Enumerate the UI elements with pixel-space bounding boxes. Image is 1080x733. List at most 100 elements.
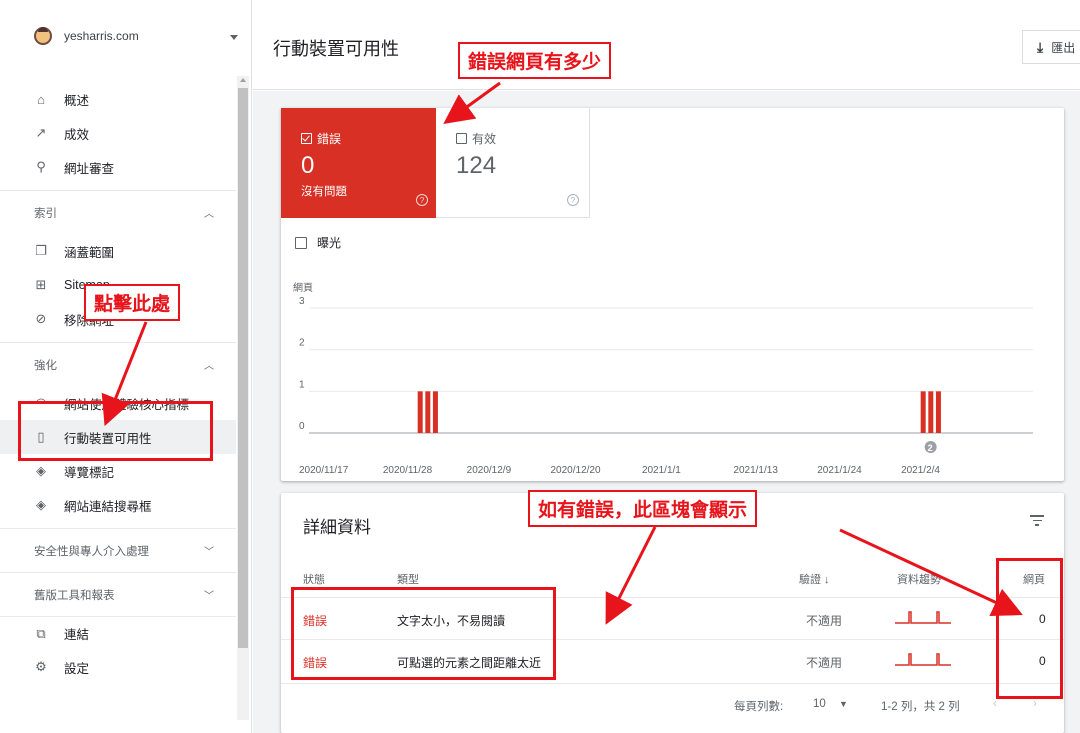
sidebar-item-performance[interactable]: ↗ 成效: [0, 116, 236, 150]
trend-sparkline: [895, 611, 951, 624]
checkbox-icon[interactable]: [295, 236, 307, 249]
sidebar-scrollbar[interactable]: [237, 76, 249, 720]
sidebar-item-links[interactable]: ⧉ 連結: [0, 616, 236, 650]
account-name: yesharris.com: [64, 29, 139, 43]
x-tick-label: 2021/1/24: [817, 465, 862, 476]
error-label: 錯誤: [317, 132, 342, 146]
summary-card: 錯誤 0 沒有問題 ? 有效 124 ? 曝光 網頁 0 1 2 3 2020/11/17…: [281, 108, 1064, 481]
x-tick-label: 2021/1/1: [642, 465, 681, 476]
scroll-up-icon[interactable]: [240, 78, 246, 82]
valid-count: 124: [456, 152, 497, 179]
help-icon[interactable]: ?: [416, 194, 428, 206]
impressions-toggle[interactable]: 曝光: [295, 234, 341, 251]
x-tick-label: 2020/11/28: [383, 465, 433, 476]
annotation-details: 如有錯誤，此區塊會顯示: [528, 490, 758, 527]
next-page-icon[interactable]: ›: [1033, 698, 1037, 710]
x-tick-label: 2020/12/9: [467, 465, 512, 476]
export-button[interactable]: ⤓ 匯出: [1022, 30, 1080, 64]
sidebar-item-label: 涵蓋範圍: [64, 245, 115, 260]
row-validation: 不適用: [806, 656, 843, 670]
checkbox-icon[interactable]: [456, 133, 467, 144]
error-sub: 沒有問題: [301, 186, 347, 198]
chevron-down-icon: ▼: [839, 699, 848, 709]
annotation-label: 2: [928, 443, 933, 453]
sidebar-item-url-inspection[interactable]: ⚲ 網址審查: [0, 150, 236, 184]
scrollbar-thumb[interactable]: [238, 88, 248, 648]
y-tick-label: 0: [299, 421, 305, 432]
copy-icon: ❐: [35, 243, 47, 258]
sitemap-icon: ⊞: [35, 277, 47, 292]
sidebar-item-label: 設定: [64, 661, 90, 676]
help-icon[interactable]: ?: [567, 194, 579, 206]
home-icon: ⌂: [37, 91, 45, 107]
avatar: [34, 27, 52, 45]
impressions-label: 曝光: [317, 236, 342, 250]
chevron-up-icon: ︿: [204, 209, 214, 220]
y-axis-label: 網頁: [293, 281, 313, 294]
trending-icon: ↗: [35, 125, 47, 140]
section-title: 舊版工具和報表: [34, 589, 115, 602]
annotation-click-here: 點擊此處: [84, 284, 181, 321]
chart-bar: [928, 391, 934, 433]
valid-tile[interactable]: 有效 124 ?: [436, 108, 590, 218]
layers-icon: ◈: [36, 463, 46, 478]
header: 行動裝置可用性 ⤓ 匯出: [253, 0, 1080, 90]
error-count: 0: [301, 152, 315, 179]
export-label: 匯出: [1051, 40, 1076, 55]
layers-icon: ◈: [36, 497, 46, 512]
sidebar-item-sitelinks-searchbox[interactable]: ◈ 網站連結搜尋框: [0, 488, 236, 522]
section-enhancements[interactable]: 強化 ︿: [0, 342, 236, 386]
valid-label: 有效: [472, 132, 497, 146]
x-tick-label: 2020/12/20: [550, 465, 600, 476]
x-tick-label: 2021/2/4: [901, 465, 940, 476]
download-icon: ⤓: [1037, 38, 1044, 55]
x-tick-label: 2021/1/13: [733, 465, 778, 476]
account-selector[interactable]: yesharris.com: [0, 0, 252, 72]
x-tick-label: 2020/11/17: [299, 465, 349, 476]
pages-chart: 網頁 0 1 2 3 2020/11/17 2020/11/28 2020/12/9 2020/…: [293, 281, 1033, 476]
section-title: 強化: [34, 359, 57, 372]
y-tick-label: 1: [299, 379, 305, 390]
error-tile[interactable]: 錯誤 0 沒有問題 ?: [281, 108, 436, 218]
sidebar-item-overview[interactable]: ⌂ 概述: [0, 82, 236, 116]
annotation-error-count: 錯誤網頁有多少: [458, 42, 612, 79]
chart-bar: [920, 391, 926, 433]
valid-tile-label: 有效: [456, 130, 496, 147]
error-tile-label: 錯誤: [301, 130, 341, 147]
highlight-box-sidebar: [18, 401, 213, 461]
page-range: 1-2 列，共 2 列: [881, 701, 960, 713]
checkbox-checked-icon[interactable]: [301, 133, 312, 144]
filter-icon[interactable]: [1030, 515, 1044, 527]
chart-bar: [417, 391, 423, 433]
chevron-up-icon: ︿: [204, 361, 214, 372]
sidebar-item-settings[interactable]: ⚙ 設定: [0, 650, 236, 684]
sidebar-item-coverage[interactable]: ❐ 涵蓋範圍: [0, 234, 236, 268]
col-status[interactable]: 狀態: [303, 571, 325, 587]
links-icon: ⧉: [36, 625, 46, 641]
prev-page-icon[interactable]: ‹: [993, 698, 997, 710]
trend-sparkline: [895, 653, 951, 666]
sidebar-nav: ⌂ 概述 ↗ 成效 ⚲ 網址審查 索引 ︿ ❐ 涵蓋範圍 ⊞ Sitemap ⊘…: [0, 82, 236, 684]
sidebar-item-label: 網站連結搜尋框: [64, 499, 152, 514]
sidebar: yesharris.com ⌂ 概述 ↗ 成效 ⚲ 網址審查 索引 ︿ ❐ 涵蓋…: [0, 0, 252, 733]
section-title: 安全性與專人介入處理: [34, 545, 149, 558]
sidebar-item-label: 成效: [64, 127, 90, 142]
row-validation: 不適用: [806, 614, 843, 628]
search-icon: ⚲: [36, 159, 46, 174]
highlight-box-pages: [996, 558, 1063, 699]
chevron-down-icon: [230, 35, 238, 40]
col-type[interactable]: 類型: [397, 571, 419, 587]
chevron-down-icon: ﹀: [204, 591, 214, 602]
section-legacy[interactable]: 舊版工具和報表 ﹀: [0, 572, 236, 616]
pagination: 每頁列數: 10 ▼ 1-2 列，共 2 列 ‹ ›: [281, 683, 1064, 723]
chevron-down-icon: ﹀: [204, 547, 214, 558]
highlight-box-rows: [291, 587, 556, 680]
chart-bar: [935, 391, 941, 433]
sidebar-item-label: 概述: [64, 93, 90, 108]
section-index[interactable]: 索引 ︿: [0, 190, 236, 234]
rows-per-page-select[interactable]: 10 ▼: [813, 698, 848, 710]
col-validation[interactable]: 驗證 ↓: [799, 571, 830, 587]
sidebar-item-label: 導覽標記: [64, 465, 115, 480]
section-security[interactable]: 安全性與專人介入處理 ﹀: [0, 528, 236, 572]
rows-per-page-label: 每頁列數:: [734, 701, 784, 713]
